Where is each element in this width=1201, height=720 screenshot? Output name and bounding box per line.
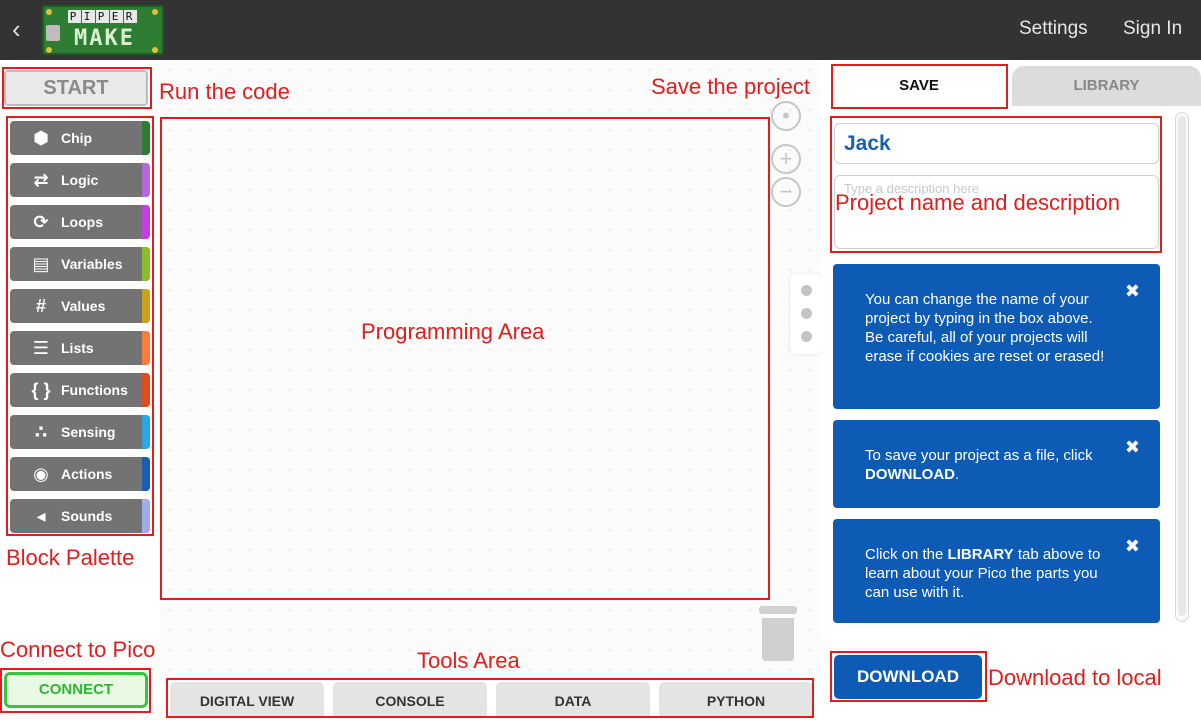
close-icon[interactable]: ✖	[1125, 282, 1140, 301]
category-label: Logic	[61, 172, 99, 188]
tab-console[interactable]: CONSOLE	[333, 682, 487, 718]
category-color-stripe	[142, 499, 150, 533]
tab-digital-view[interactable]: DIGITAL VIEW	[170, 682, 324, 718]
logo-letter: I	[82, 10, 95, 23]
logo-letter: R	[124, 10, 137, 23]
target-icon: ◉	[33, 464, 49, 484]
start-button[interactable]: START	[4, 70, 148, 106]
info-card: To save your project as a file, click DO…	[833, 420, 1160, 508]
back-chevron-icon[interactable]: ‹	[12, 14, 21, 44]
category-chip[interactable]: ⬢ Chip	[10, 121, 150, 155]
logo-pin	[152, 47, 158, 53]
piper-make-logo[interactable]: PIPER MAKE	[42, 5, 164, 55]
category-label: Functions	[61, 382, 128, 398]
info-card-text: Click on the LIBRARY tab above to learn …	[865, 546, 1101, 601]
category-color-stripe	[142, 415, 150, 449]
annotation-programming-area: Programming Area	[361, 319, 545, 344]
connect-button[interactable]: CONNECT	[4, 672, 148, 708]
category-label: Chip	[61, 130, 93, 146]
loop-arrow-icon: ⟳	[33, 212, 49, 232]
annotation-download-local: Download to local	[988, 665, 1162, 690]
programming-workspace[interactable]	[160, 60, 820, 680]
category-label: Sounds	[61, 508, 113, 524]
trash-icon[interactable]	[759, 606, 797, 662]
settings-link[interactable]: Settings	[1019, 18, 1088, 40]
logo-text-bottom: MAKE	[74, 26, 135, 51]
logo-letter: P	[68, 10, 81, 23]
drag-handle-dots[interactable]	[790, 274, 822, 354]
logo-pin	[152, 9, 158, 15]
logo-chip-icon	[46, 25, 60, 41]
trash-lid	[759, 606, 797, 614]
annotation-tools-area: Tools Area	[417, 648, 520, 673]
dot-icon	[801, 285, 812, 296]
annotation-run-code: Run the code	[159, 79, 290, 104]
tab-python[interactable]: PYTHON	[659, 682, 813, 718]
category-label: Loops	[61, 214, 103, 230]
annotation-connect-pico: Connect to Pico	[0, 637, 156, 662]
zoom-in-icon[interactable]: +	[771, 144, 801, 174]
category-loops[interactable]: ⟳ Loops	[10, 205, 150, 239]
logo-letter: E	[110, 10, 123, 23]
panel-scrollbar-thumb[interactable]	[1178, 116, 1186, 616]
annotation-block-palette: Block Palette	[6, 545, 135, 570]
sign-in-link[interactable]: Sign In	[1123, 18, 1182, 40]
recenter-icon[interactable]: •	[771, 101, 801, 131]
category-color-stripe	[142, 205, 150, 239]
category-label: Lists	[61, 340, 94, 356]
category-color-stripe	[142, 121, 150, 155]
category-label: Variables	[61, 256, 123, 272]
zoom-out-icon[interactable]: −	[771, 177, 801, 207]
dot-icon	[801, 331, 812, 342]
category-logic[interactable]: ⇄ Logic	[10, 163, 150, 197]
tab-library[interactable]: LIBRARY	[1012, 66, 1201, 106]
braces-icon: { }	[31, 380, 51, 400]
sensor-dots-icon: ∴	[34, 422, 48, 442]
category-lists[interactable]: ☰ Lists	[10, 331, 150, 365]
list-icon: ☰	[32, 338, 50, 358]
tab-save[interactable]: SAVE	[834, 66, 1004, 106]
tab-data[interactable]: DATA	[496, 682, 650, 718]
category-color-stripe	[142, 163, 150, 197]
annotation-name-description: Project name and description	[835, 190, 1120, 215]
category-sounds[interactable]: ◂ Sounds	[10, 499, 150, 533]
shuffle-icon: ⇄	[33, 170, 49, 190]
category-label: Actions	[61, 466, 113, 482]
category-color-stripe	[142, 331, 150, 365]
download-button[interactable]: DOWNLOAD	[834, 655, 982, 699]
close-icon[interactable]: ✖	[1125, 438, 1140, 457]
close-icon[interactable]: ✖	[1125, 537, 1140, 556]
dot-icon	[801, 308, 812, 319]
category-actions[interactable]: ◉ Actions	[10, 457, 150, 491]
info-card-text: To save your project as a file, click DO…	[865, 447, 1093, 483]
category-color-stripe	[142, 457, 150, 491]
trash-body	[762, 618, 794, 661]
logo-text-top: PIPER	[68, 10, 138, 23]
variable-box-icon: ▤	[32, 254, 50, 274]
hexagon-icon: ⬢	[33, 128, 49, 148]
category-values[interactable]: # Values	[10, 289, 150, 323]
logo-letter: P	[96, 10, 109, 23]
info-card: You can change the name of your project …	[833, 264, 1160, 409]
category-label: Sensing	[61, 424, 116, 440]
hash-icon: #	[35, 296, 46, 316]
logo-pin	[46, 9, 52, 15]
annotation-save-project: Save the project	[651, 74, 810, 99]
info-card: Click on the LIBRARY tab above to learn …	[833, 519, 1160, 623]
category-label: Values	[61, 298, 106, 314]
info-card-text: You can change the name of your project …	[865, 291, 1105, 365]
category-variables[interactable]: ▤ Variables	[10, 247, 150, 281]
category-functions[interactable]: { } Functions	[10, 373, 150, 407]
speaker-icon: ◂	[36, 506, 46, 526]
logo-pin	[46, 47, 52, 53]
project-name-input[interactable]	[834, 123, 1159, 164]
category-color-stripe	[142, 373, 150, 407]
category-sensing[interactable]: ∴ Sensing	[10, 415, 150, 449]
category-color-stripe	[142, 247, 150, 281]
category-color-stripe	[142, 289, 150, 323]
